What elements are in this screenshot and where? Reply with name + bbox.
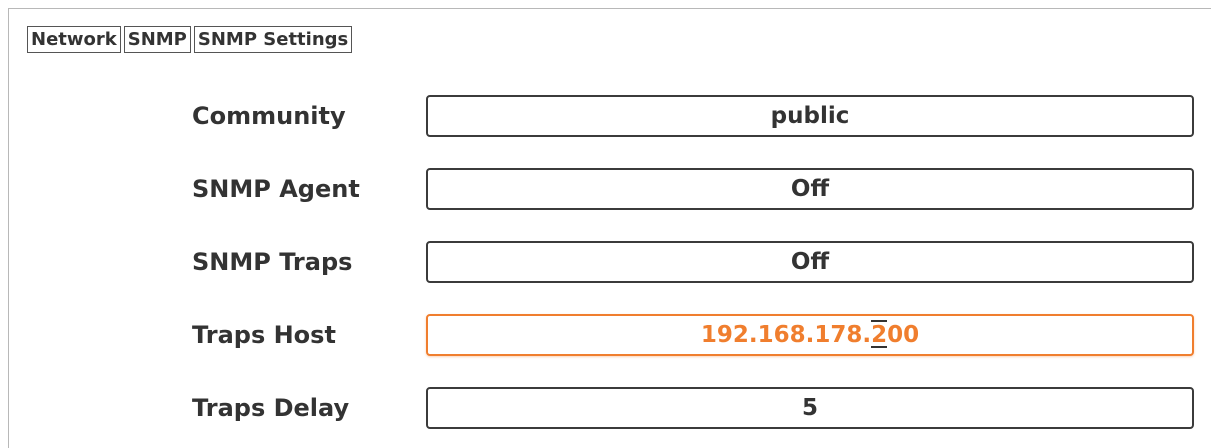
traps-host-field[interactable]: 192.168.178.200 bbox=[426, 314, 1194, 356]
snmp-agent-field[interactable]: Off bbox=[426, 168, 1194, 210]
traps-host-label: Traps Host bbox=[192, 321, 336, 349]
text-cursor-char: 2 bbox=[871, 320, 888, 348]
setting-row-traps-host: Traps Host 192.168.178.200 bbox=[0, 314, 1211, 356]
setting-row-snmp-agent: SNMP Agent Off bbox=[0, 168, 1211, 210]
breadcrumb-snmp[interactable]: SNMP bbox=[123, 26, 191, 53]
traps-host-value-after-cursor: 00 bbox=[887, 322, 920, 348]
breadcrumb: Network SNMP SNMP Settings bbox=[27, 26, 353, 53]
breadcrumb-snmp-settings[interactable]: SNMP Settings bbox=[193, 26, 353, 53]
community-label: Community bbox=[192, 102, 346, 130]
setting-row-community: Community public bbox=[0, 95, 1211, 137]
snmp-traps-field[interactable]: Off bbox=[426, 241, 1194, 283]
setting-row-snmp-traps: SNMP Traps Off bbox=[0, 241, 1211, 283]
traps-delay-label: Traps Delay bbox=[192, 394, 350, 422]
snmp-agent-label: SNMP Agent bbox=[192, 175, 360, 203]
settings-panel bbox=[8, 8, 1211, 448]
breadcrumb-network[interactable]: Network bbox=[27, 26, 121, 53]
snmp-traps-label: SNMP Traps bbox=[192, 248, 353, 276]
setting-row-traps-delay: Traps Delay 5 bbox=[0, 387, 1211, 429]
community-field[interactable]: public bbox=[426, 95, 1194, 137]
traps-host-value-before-cursor: 192.168.178. bbox=[700, 322, 872, 348]
traps-delay-field[interactable]: 5 bbox=[426, 387, 1194, 429]
